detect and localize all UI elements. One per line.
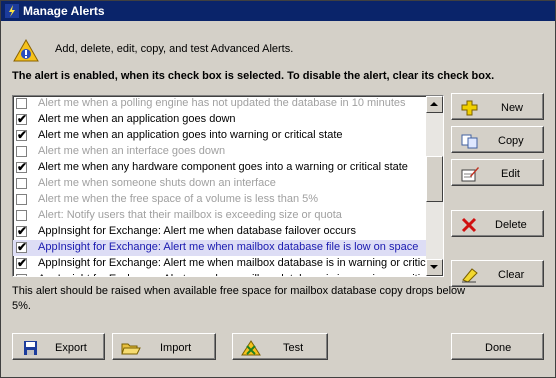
done-button[interactable]: Done [451,333,544,360]
alert-label: Alert me when an application goes into w… [38,129,343,141]
alert-checkbox[interactable]: ✔ [16,256,28,270]
edit-icon [461,167,479,182]
test-button[interactable]: Test [232,333,328,360]
alerts-list-rows: Alert me when a polling engine has not u… [13,96,426,276]
delete-button[interactable]: Delete [451,210,544,237]
eraser-icon [462,268,478,283]
window-title: Manage Alerts [23,4,105,18]
checkmark-icon: ✔ [17,224,28,238]
test-alert-icon [241,340,261,356]
alerts-list[interactable]: Alert me when a polling engine has not u… [12,95,444,277]
vertical-scrollbar[interactable] [426,96,443,276]
alert-label: AppInsight for Exchange: Alert me when d… [38,225,356,237]
import-button-label: Import [160,342,192,354]
checkmark-icon: ✔ [17,240,28,254]
alert-row[interactable]: ✔ AppInsight for Exchange: Alert me when … [13,256,426,272]
clear-button[interactable]: Clear [451,260,544,287]
done-button-label: Done [485,342,512,354]
alert-triangle-icon [13,39,39,62]
copy-icon [461,134,478,149]
alert-label: Alert me when the free space of a volume… [38,193,319,205]
alert-row[interactable]: Alert: Notify users that their mailbox i… [13,208,426,224]
alert-row[interactable]: Alert me when someone shuts down an inte… [13,176,426,192]
alert-checkbox[interactable]: ✔ [16,160,28,174]
alert-label: AppInsight for Exchange: Alert me when m… [38,241,419,253]
export-button-label: Export [55,342,87,354]
clear-button-label: Clear [498,269,525,281]
alert-row[interactable]: ✔ Alert me when an application goes into … [13,128,426,144]
alert-checkbox[interactable] [16,98,27,109]
test-button-label: Test [283,342,304,354]
scrollbar-thumb[interactable] [426,156,443,202]
alert-row[interactable]: Alert me when a polling engine has not u… [13,96,426,112]
alert-label: Alert me when a polling engine has not u… [38,97,406,109]
alert-checkbox[interactable] [16,178,27,189]
delete-button-label: Delete [495,219,527,231]
edit-button-label: Edit [501,168,520,180]
alert-label: Alert: Notify users that their mailbox i… [38,209,342,221]
alert-label: AppInsight for Exchange: Alert me when m… [38,273,426,276]
arrow-up-icon [430,102,438,106]
import-button[interactable]: Import [112,333,216,360]
plus-icon [461,100,478,116]
checkmark-icon: ✔ [17,256,28,270]
checkmark-icon: ✔ [17,160,28,174]
alert-checkbox[interactable]: ✔ [16,112,28,126]
copy-button[interactable]: Copy [451,126,544,153]
alert-checkbox[interactable] [16,146,27,157]
alert-row[interactable]: ✔ Alert me when an application goes down [13,112,426,128]
arrow-down-icon [430,265,438,269]
alert-row[interactable]: Alert me when an interface goes down [13,144,426,160]
alert-checkbox[interactable] [16,194,27,205]
alert-row[interactable]: ✔ Alert me when any hardware component go… [13,160,426,176]
manage-alerts-window: Manage Alerts Add, delete, edit, copy, a… [0,0,556,378]
edit-button[interactable]: Edit [451,159,544,186]
checkmark-icon: ✔ [17,112,28,126]
instructions-text: The alert is enabled, when its check box… [12,70,495,82]
alert-label: Alert me when someone shuts down an inte… [38,177,276,189]
alert-label: Alert me when an application goes down [38,113,236,125]
scroll-up-button[interactable] [426,96,443,113]
alert-label: Alert me when any hardware component goe… [38,161,408,173]
title-bar: Manage Alerts [1,1,555,21]
alert-label: Alert me when an interface goes down [38,145,226,157]
alert-checkbox[interactable]: ✔ [16,240,28,254]
header-description: Add, delete, edit, copy, and test Advanc… [55,43,294,55]
scroll-down-button[interactable] [426,259,443,276]
new-button[interactable]: New [451,93,544,120]
alert-row[interactable]: ✔ AppInsight for Exchange: Alert me when … [13,240,426,256]
alert-row[interactable]: AppInsight for Exchange: Alert me when m… [13,272,426,276]
copy-button-label: Copy [498,135,524,147]
alert-row[interactable]: Alert me when the free space of a volume… [13,192,426,208]
alert-checkbox[interactable]: ✔ [16,224,28,238]
app-icon [5,4,19,18]
export-button[interactable]: Export [12,333,105,360]
alert-row[interactable]: ✔ AppInsight for Exchange: Alert me when … [13,224,426,240]
alert-label: AppInsight for Exchange: Alert me when m… [38,257,426,269]
alert-checkbox[interactable] [16,210,27,221]
save-disk-icon [24,341,37,355]
delete-x-icon [461,217,477,233]
checkmark-icon: ✔ [17,128,28,142]
new-button-label: New [501,102,524,114]
open-folder-icon [121,343,141,355]
alert-checkbox[interactable] [16,274,27,276]
selected-alert-description: This alert should be raised when availab… [12,285,466,312]
alert-checkbox[interactable]: ✔ [16,128,28,142]
